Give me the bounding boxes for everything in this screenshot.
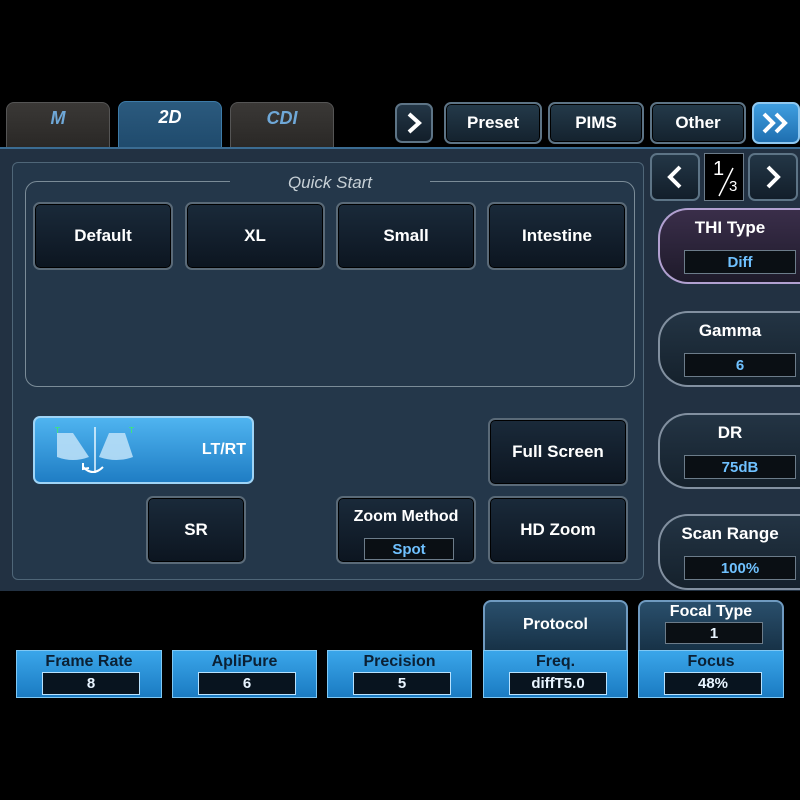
tab-label: CDI xyxy=(266,108,298,128)
button-label: Small xyxy=(383,226,429,245)
button-label: HD Zoom xyxy=(520,520,596,539)
tab-m[interactable]: M xyxy=(6,102,110,147)
page-prev-button[interactable] xyxy=(650,153,700,201)
knob-value: 5 xyxy=(353,672,451,695)
pims-button[interactable]: PIMS xyxy=(548,102,644,144)
tab-label: M xyxy=(50,108,66,128)
other-label: Other xyxy=(675,113,721,132)
next-menu-button[interactable] xyxy=(395,103,433,143)
preset-button[interactable]: Preset xyxy=(444,102,542,144)
button-label: XL xyxy=(244,226,266,245)
knob-value: diffT5.0 xyxy=(509,672,607,695)
knob-label: THI Type xyxy=(694,218,766,237)
knob-label: Freq. xyxy=(535,653,576,670)
pims-label: PIMS xyxy=(575,113,617,132)
frame-rate-knob[interactable]: Frame Rate 8 xyxy=(16,650,162,698)
lt-rt-button[interactable]: T T LT/RT xyxy=(33,416,254,484)
zoom-method-label: Zoom Method xyxy=(353,508,459,525)
preset-label: Preset xyxy=(467,113,519,132)
precision-knob[interactable]: Precision 5 xyxy=(327,650,472,698)
knob-value: 100% xyxy=(684,556,796,580)
knob-value: 8 xyxy=(42,672,140,695)
focus-knob[interactable]: Focus 48% xyxy=(638,650,784,698)
preset-default-button[interactable]: Default xyxy=(33,202,173,270)
preset-small-button[interactable]: Small xyxy=(336,202,476,270)
button-label: SR xyxy=(184,520,208,539)
dr-knob[interactable]: DR 75dB xyxy=(658,413,800,489)
tab-label: 2D xyxy=(158,107,182,127)
knob-value: 6 xyxy=(198,672,296,695)
focal-type-label: Focal Type xyxy=(669,603,753,620)
knob-label: Precision xyxy=(363,653,436,670)
aplipure-knob[interactable]: ApliPure 6 xyxy=(172,650,317,698)
other-button[interactable]: Other xyxy=(650,102,746,144)
svg-text:T: T xyxy=(128,426,134,435)
chevron-right-icon xyxy=(766,165,781,189)
preset-intestine-button[interactable]: Intestine xyxy=(487,202,627,270)
page-indicator: 1 3 xyxy=(704,153,744,201)
flip-image-icon: T T xyxy=(54,426,134,473)
protocol-button[interactable]: Protocol xyxy=(483,600,628,650)
knob-value: 75dB xyxy=(684,455,796,479)
knob-value: Diff xyxy=(684,250,796,274)
protocol-label: Protocol xyxy=(523,616,588,633)
full-screen-button[interactable]: Full Screen xyxy=(488,418,628,486)
focal-type-button[interactable]: Focal Type 1 xyxy=(638,600,784,650)
knob-label: Gamma xyxy=(698,321,762,340)
zoom-method-button[interactable]: Zoom Method Spot xyxy=(336,496,476,564)
knob-value: 48% xyxy=(664,672,762,695)
thi-type-knob[interactable]: THI Type Diff xyxy=(658,208,800,284)
double-chevron-right-icon xyxy=(762,112,788,134)
scan-range-knob[interactable]: Scan Range 100% xyxy=(658,514,800,590)
page-total: 3 xyxy=(729,178,738,195)
preset-xl-button[interactable]: XL xyxy=(185,202,325,270)
gamma-knob[interactable]: Gamma 6 xyxy=(658,311,800,387)
zoom-method-value: Spot xyxy=(364,538,454,560)
quick-start-title: Quick Start xyxy=(230,173,430,193)
knob-label: ApliPure xyxy=(211,653,278,670)
lt-rt-label: LT/RT xyxy=(201,441,246,458)
page-next-button[interactable] xyxy=(748,153,798,201)
tab-2d[interactable]: 2D xyxy=(118,101,222,149)
chevron-left-icon xyxy=(667,165,682,189)
sr-button[interactable]: SR xyxy=(146,496,246,564)
knob-label: Frame Rate xyxy=(45,653,133,670)
button-label: Default xyxy=(74,226,132,245)
knob-label: Focus xyxy=(687,653,735,670)
expand-button[interactable] xyxy=(752,102,800,144)
tab-cdi[interactable]: CDI xyxy=(230,102,334,147)
button-label: Full Screen xyxy=(512,442,604,461)
focal-type-value: 1 xyxy=(665,622,763,644)
button-label: Intestine xyxy=(522,226,592,245)
knob-label: Scan Range xyxy=(681,524,779,543)
knob-value: 6 xyxy=(684,353,796,377)
freq-knob[interactable]: Freq. diffT5.0 xyxy=(483,650,628,698)
hd-zoom-button[interactable]: HD Zoom xyxy=(488,496,628,564)
knob-label: DR xyxy=(717,423,743,442)
chevron-right-icon xyxy=(407,112,422,134)
svg-text:T: T xyxy=(54,426,60,435)
